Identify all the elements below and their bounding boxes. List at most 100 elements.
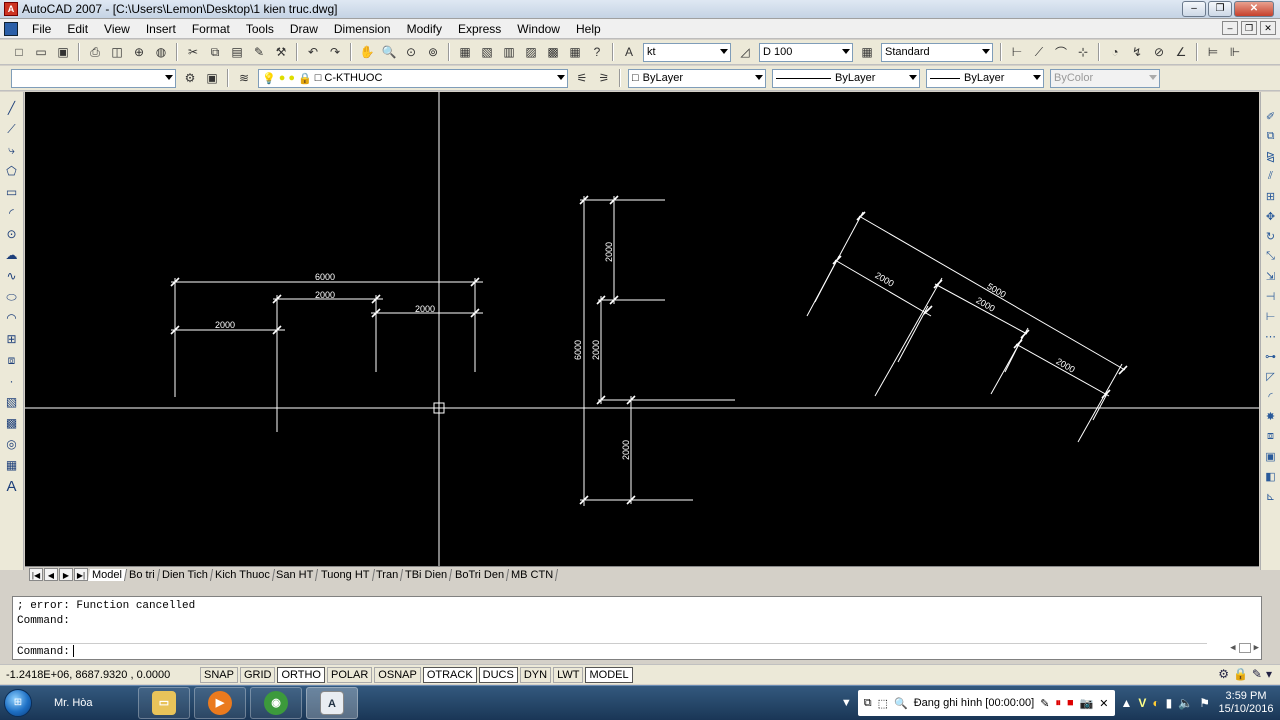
design-center-icon[interactable]: ▧ xyxy=(477,42,497,62)
copy-icon[interactable]: ⧉ xyxy=(205,42,225,62)
ucs-icon[interactable]: ⊾ xyxy=(1263,486,1279,506)
prev-tab-button[interactable]: ◀ xyxy=(44,568,58,581)
doc-minimize-button[interactable]: – xyxy=(1222,21,1238,35)
start-button[interactable]: ⊞ xyxy=(0,686,36,720)
table-icon[interactable]: ▦ xyxy=(2,455,22,475)
angular-dim-icon[interactable]: ∠ xyxy=(1171,42,1191,62)
baseline-dim-icon[interactable]: ⊨ xyxy=(1203,42,1223,62)
save-icon[interactable]: ▣ xyxy=(53,42,73,62)
ordinate-dim-icon[interactable]: ⊹ xyxy=(1073,42,1093,62)
tab-tran[interactable]: Tran xyxy=(372,568,404,581)
snap-toggle[interactable]: SNAP xyxy=(200,666,238,683)
tool-palettes-icon[interactable]: ▥ xyxy=(499,42,519,62)
properties-icon[interactable]: ▦ xyxy=(455,42,475,62)
help-icon[interactable]: ? xyxy=(587,42,607,62)
new-file-icon[interactable]: □ xyxy=(9,42,29,62)
document-icon[interactable] xyxy=(4,21,18,36)
hatch-icon[interactable]: ▧ xyxy=(2,392,22,412)
show-hidden-icons[interactable]: ▲ xyxy=(1121,696,1133,710)
otrack-toggle[interactable]: OTRACK xyxy=(422,666,477,683)
radius-dim-icon[interactable]: ◔ xyxy=(1105,42,1125,62)
menu-file[interactable]: File xyxy=(24,22,59,36)
volume-icon[interactable]: 🔈 xyxy=(1178,696,1193,710)
rec-pen-icon[interactable]: ✎ xyxy=(1040,697,1049,710)
aligned-dim-icon[interactable]: ⟋ xyxy=(1029,42,1049,62)
rec-camera-icon[interactable]: 📷 xyxy=(1080,697,1094,710)
arc-length-dim-icon[interactable]: ⌒ xyxy=(1051,42,1071,62)
break-icon[interactable]: ⋯ xyxy=(1263,326,1279,346)
redo-icon[interactable]: ↷ xyxy=(325,42,345,62)
move-icon[interactable]: ✥ xyxy=(1263,206,1279,226)
drawing-canvas[interactable]: 6000 2000 2000 2000 2000 6000 2000 2000 … xyxy=(25,92,1259,566)
dyn-toggle[interactable]: DYN xyxy=(519,666,552,683)
color-select[interactable]: □ ByLayer xyxy=(628,68,766,88)
scale-icon[interactable]: ⤡ xyxy=(1263,246,1279,266)
text-style-select[interactable]: kt xyxy=(643,42,731,62)
3d-dwf-icon[interactable]: ◍ xyxy=(151,42,171,62)
tab-san-ht[interactable]: San HT xyxy=(272,568,319,581)
unikey-icon[interactable]: V xyxy=(1138,696,1146,710)
menu-view[interactable]: View xyxy=(96,22,138,36)
communication-center-icon[interactable]: ⚙ xyxy=(1218,667,1229,681)
line-icon[interactable]: ╱ xyxy=(2,98,22,118)
workspace-select[interactable] xyxy=(11,68,176,88)
rotate-icon[interactable]: ↻ xyxy=(1263,226,1279,246)
plot-preview-icon[interactable]: ◫ xyxy=(107,42,127,62)
coordinate-readout[interactable]: -1.2418E+06, 8687.9320 , 0.0000 xyxy=(0,669,200,681)
menu-modify[interactable]: Modify xyxy=(399,22,450,36)
zoom-window-icon[interactable]: ⊙ xyxy=(401,42,421,62)
polyline-icon[interactable]: ⤷ xyxy=(2,140,22,160)
revision-cloud-icon[interactable]: ☁ xyxy=(2,245,22,265)
open-file-icon[interactable]: ▭ xyxy=(31,42,51,62)
menu-dimension[interactable]: Dimension xyxy=(326,22,399,36)
copy-object-icon[interactable]: ⧉ xyxy=(1263,126,1279,146)
tab-tuong-ht[interactable]: Tuong HT xyxy=(316,568,375,581)
taskbar-recorder[interactable]: ◉ xyxy=(250,687,302,719)
tab-dien-tich[interactable]: Dien Tich xyxy=(157,568,213,581)
my-workspace-icon[interactable]: ▣ xyxy=(202,68,222,88)
polar-toggle[interactable]: POLAR xyxy=(327,666,373,683)
minimize-button[interactable]: – xyxy=(1182,1,1206,17)
dim-style-icon[interactable]: ◿ xyxy=(735,42,755,62)
layer-previous-icon[interactable]: ⚞ xyxy=(594,68,614,88)
rec-zoom-icon[interactable]: 🔍 xyxy=(894,697,908,710)
fillet-icon[interactable]: ◜ xyxy=(1263,386,1279,406)
layer-properties-icon[interactable]: ≋ xyxy=(234,68,254,88)
sheet-set-icon[interactable]: ▨ xyxy=(521,42,541,62)
ducs-toggle[interactable]: DUCS xyxy=(478,666,518,683)
workspace-settings-icon[interactable]: ⚙ xyxy=(180,68,200,88)
menu-draw[interactable]: Draw xyxy=(282,22,326,36)
menu-format[interactable]: Format xyxy=(184,22,238,36)
network-icon[interactable]: ▮ xyxy=(1166,696,1173,710)
rec-menu-arrow-icon[interactable]: ▼ xyxy=(841,697,852,709)
lineweight-select[interactable]: ByLayer xyxy=(926,68,1044,88)
menu-edit[interactable]: Edit xyxy=(59,22,96,36)
command-window[interactable]: ; error: Function cancelled Command: Com… xyxy=(12,596,1262,660)
stretch-icon[interactable]: ⇲ xyxy=(1263,266,1279,286)
construction-line-icon[interactable]: ⟋ xyxy=(2,119,22,139)
status-menu-icon[interactable]: ▾ xyxy=(1266,667,1272,681)
pan-icon[interactable]: ✋ xyxy=(357,42,377,62)
action-center-icon[interactable]: ⚑ xyxy=(1199,696,1210,710)
linear-dim-icon[interactable]: ⊢ xyxy=(1007,42,1027,62)
rec-pause-icon[interactable]: ⏸ xyxy=(1055,697,1061,710)
markup-icon[interactable]: ▩ xyxy=(543,42,563,62)
erase-icon[interactable]: ✐ xyxy=(1263,106,1279,126)
scroll-thumb[interactable] xyxy=(1238,643,1251,653)
rec-stop-icon[interactable]: ■ xyxy=(1067,697,1074,709)
tab-bo-tri[interactable]: Bo tri xyxy=(124,568,160,581)
circle-icon[interactable]: ⊙ xyxy=(2,224,22,244)
tab-model[interactable]: Model xyxy=(87,568,128,581)
arc-icon[interactable]: ◜ xyxy=(2,203,22,223)
draworder-icon[interactable]: ⧈ xyxy=(1263,426,1279,446)
undo-icon[interactable]: ↶ xyxy=(303,42,323,62)
text-style-icon[interactable]: A xyxy=(619,42,639,62)
publish-icon[interactable]: ⊕ xyxy=(129,42,149,62)
rec-region-icon[interactable]: ⬚ xyxy=(878,697,888,710)
taskbar-explorer[interactable]: ▭ xyxy=(138,687,190,719)
trim-icon[interactable]: ⊣ xyxy=(1263,286,1279,306)
lwt-toggle[interactable]: LWT xyxy=(553,666,584,683)
paste-icon[interactable]: ▤ xyxy=(227,42,247,62)
make-object-layer-current-icon[interactable]: ⚟ xyxy=(572,68,592,88)
rectangle-icon[interactable]: ▭ xyxy=(2,182,22,202)
